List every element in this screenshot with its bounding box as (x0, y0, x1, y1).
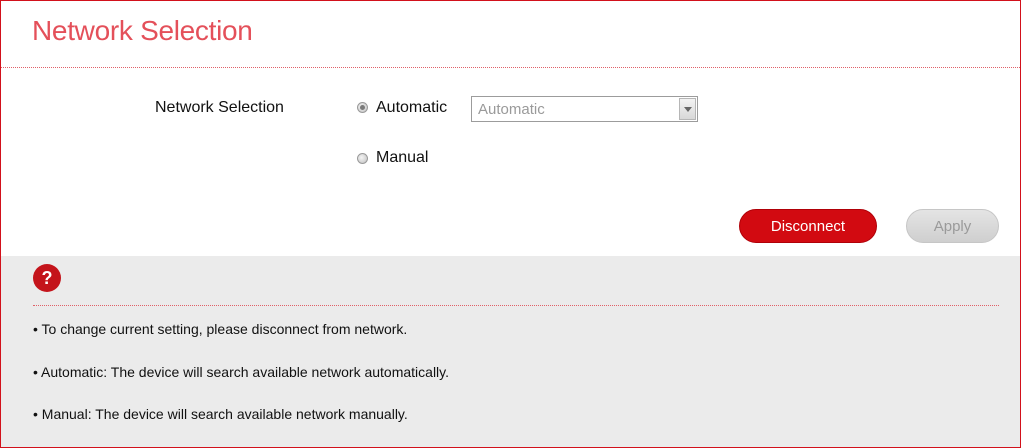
help-divider (33, 305, 999, 306)
network-mode-select-value: Automatic (478, 101, 545, 118)
help-icon: ? (33, 264, 61, 292)
network-selection-label: Network Selection (155, 99, 284, 116)
chevron-down-icon[interactable] (679, 98, 696, 120)
disconnect-button[interactable]: Disconnect (739, 209, 877, 243)
page-title: Network Selection (32, 15, 253, 46)
network-mode-select[interactable]: Automatic (471, 96, 698, 122)
manual-radio-label[interactable]: Manual (376, 149, 428, 167)
help-note: • To change current setting, please disc… (33, 321, 408, 337)
title-divider (1, 67, 1020, 68)
manual-radio[interactable] (357, 153, 368, 164)
automatic-radio[interactable] (357, 102, 368, 113)
automatic-radio-label[interactable]: Automatic (376, 99, 447, 117)
help-note: • Automatic: The device will search avai… (33, 364, 450, 380)
network-selection-panel: Network Selection Network Selection Auto… (0, 0, 1021, 448)
apply-button[interactable]: Apply (906, 209, 999, 243)
help-note: • Manual: The device will search availab… (33, 406, 408, 422)
